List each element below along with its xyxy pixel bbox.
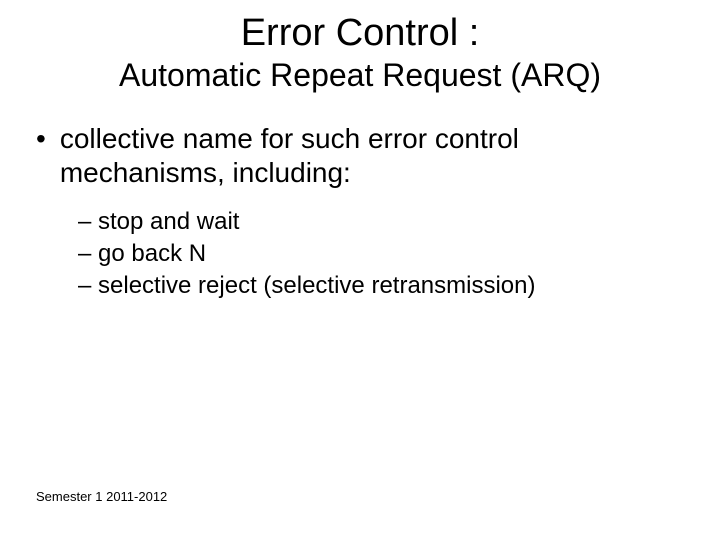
- main-bullet-item: • collective name for such error control…: [36, 122, 680, 189]
- sub-bullet-item: – stop and wait: [78, 207, 720, 237]
- slide-title: Error Control :: [0, 0, 720, 55]
- sub-bullet-item: – selective reject (selective retransmis…: [78, 271, 720, 301]
- sub-bullet-item: – go back N: [78, 239, 720, 269]
- slide-subtitle: Automatic Repeat Request (ARQ): [0, 57, 720, 94]
- slide-footer: Semester 1 2011-2012: [36, 489, 167, 504]
- main-bullet-text: collective name for such error control m…: [60, 122, 680, 189]
- sub-bullet-list: – stop and wait – go back N – selective …: [78, 207, 720, 301]
- bullet-dot-icon: •: [36, 122, 46, 189]
